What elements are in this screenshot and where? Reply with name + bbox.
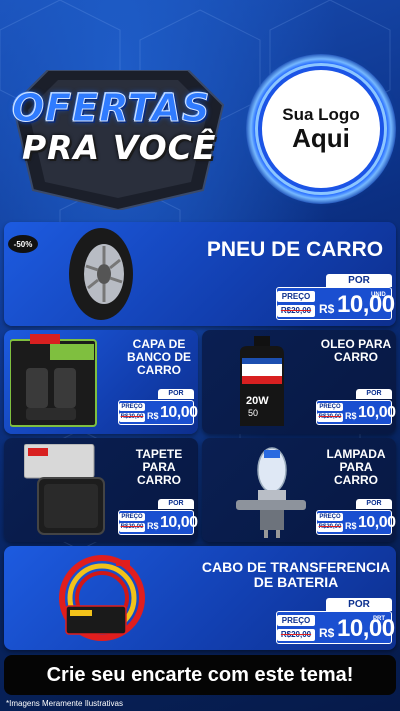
- por-label: POR: [158, 389, 194, 399]
- old-price: R$20,00: [119, 413, 145, 422]
- floor-mat-image: [24, 444, 105, 535]
- price-value: 10,00: [337, 615, 395, 642]
- price-unit: UNID: [371, 292, 386, 298]
- price-value: 10,00: [358, 514, 396, 531]
- price-box: PREÇO R$20,00 R$ 10,00 PRT: [276, 611, 395, 644]
- old-price: R$20,00: [277, 629, 315, 641]
- product-title: LAMPADA PARA CARRO: [326, 447, 386, 488]
- currency: R$: [319, 626, 335, 640]
- por-label: POR: [326, 598, 392, 611]
- svg-text:50: 50: [248, 408, 258, 418]
- product-title: OLEO PARA CARRO: [320, 337, 392, 365]
- price-block: POR PREÇO R$20,00 R$ 10,00 PRT: [276, 598, 395, 644]
- price-block: POR PREÇO R$20,00 R$ 10,00 UNID: [276, 274, 395, 320]
- product-title: PNEU DE CARRO: [206, 238, 384, 261]
- preco-label: PREÇO: [317, 513, 343, 521]
- por-label: POR: [326, 274, 392, 287]
- old-price: R$20,00: [317, 413, 343, 422]
- jumper-cable-image: [59, 555, 145, 641]
- footer-banner: Crie seu encarte com este tema!: [4, 655, 396, 695]
- product-title: TAPETE PARA CARRO: [135, 447, 183, 488]
- footer-banner-text: Crie seu encarte com este tema!: [46, 663, 354, 686]
- price-value: 10,00: [160, 404, 198, 421]
- discount-badge: -50%: [8, 235, 38, 253]
- logo-placeholder: Sua Logo Aqui: [258, 66, 384, 192]
- price-box: PREÇO R$20,00 R$ 10,00: [316, 400, 396, 425]
- currency: R$: [345, 521, 357, 531]
- price-block: POR PREÇO R$20,00 R$ 10,00: [316, 389, 396, 425]
- seat-cover-image: [10, 334, 97, 427]
- old-price: R$20,00: [119, 523, 145, 532]
- title-ofertas: OFERTAS: [12, 86, 211, 131]
- por-label: POR: [356, 499, 392, 509]
- price-box: PREÇO R$20,00 R$ 10,00: [118, 510, 198, 535]
- preco-label: PREÇO: [119, 513, 145, 521]
- preco-label: PREÇO: [119, 403, 145, 411]
- old-price: R$20,00: [317, 523, 343, 532]
- price-block: POR PREÇO R$20,00 R$ 10,00: [118, 389, 198, 425]
- price-value: 10,00: [160, 514, 198, 531]
- svg-text:20W: 20W: [246, 395, 269, 407]
- product-title: CABO DE TRANSFERENCIA DE BATERIA: [201, 559, 391, 591]
- por-label: POR: [356, 389, 392, 399]
- por-label: POR: [158, 499, 194, 509]
- oil-bottle-image: 20W 50: [240, 336, 284, 426]
- price-value: 10,00: [358, 404, 396, 421]
- price-unit: PRT: [373, 616, 385, 622]
- logo-text-line1: Sua Logo: [282, 105, 360, 125]
- currency: R$: [147, 521, 159, 531]
- old-price: R$20,00: [277, 305, 315, 317]
- tire-image: [69, 228, 133, 320]
- title-pra-voce: PRA VOCÊ: [22, 128, 217, 167]
- preco-label: PREÇO: [317, 403, 343, 411]
- product-title: CAPA DE BANCO DE CARRO: [126, 337, 191, 378]
- price-block: POR PREÇO R$20,00 R$ 10,00: [316, 499, 396, 535]
- headlight-bulb-image: [236, 447, 306, 538]
- flyer-page: OFERTAS PRA VOCÊ Sua Logo Aqui -50% PNEU…: [0, 0, 400, 711]
- price-box: PREÇO R$20,00 R$ 10,00 UNID: [276, 287, 395, 320]
- currency: R$: [345, 411, 357, 421]
- preco-label: PREÇO: [277, 615, 315, 626]
- logo-text-line2: Aqui: [292, 123, 350, 154]
- currency: R$: [319, 302, 335, 316]
- disclaimer: *Imagens Meramente Ilustrativas: [6, 699, 123, 708]
- currency: R$: [147, 411, 159, 421]
- preco-label: PREÇO: [277, 291, 315, 302]
- price-box: PREÇO R$20,00 R$ 10,00: [118, 400, 198, 425]
- price-block: POR PREÇO R$20,00 R$ 10,00: [118, 499, 198, 535]
- price-box: PREÇO R$20,00 R$ 10,00: [316, 510, 396, 535]
